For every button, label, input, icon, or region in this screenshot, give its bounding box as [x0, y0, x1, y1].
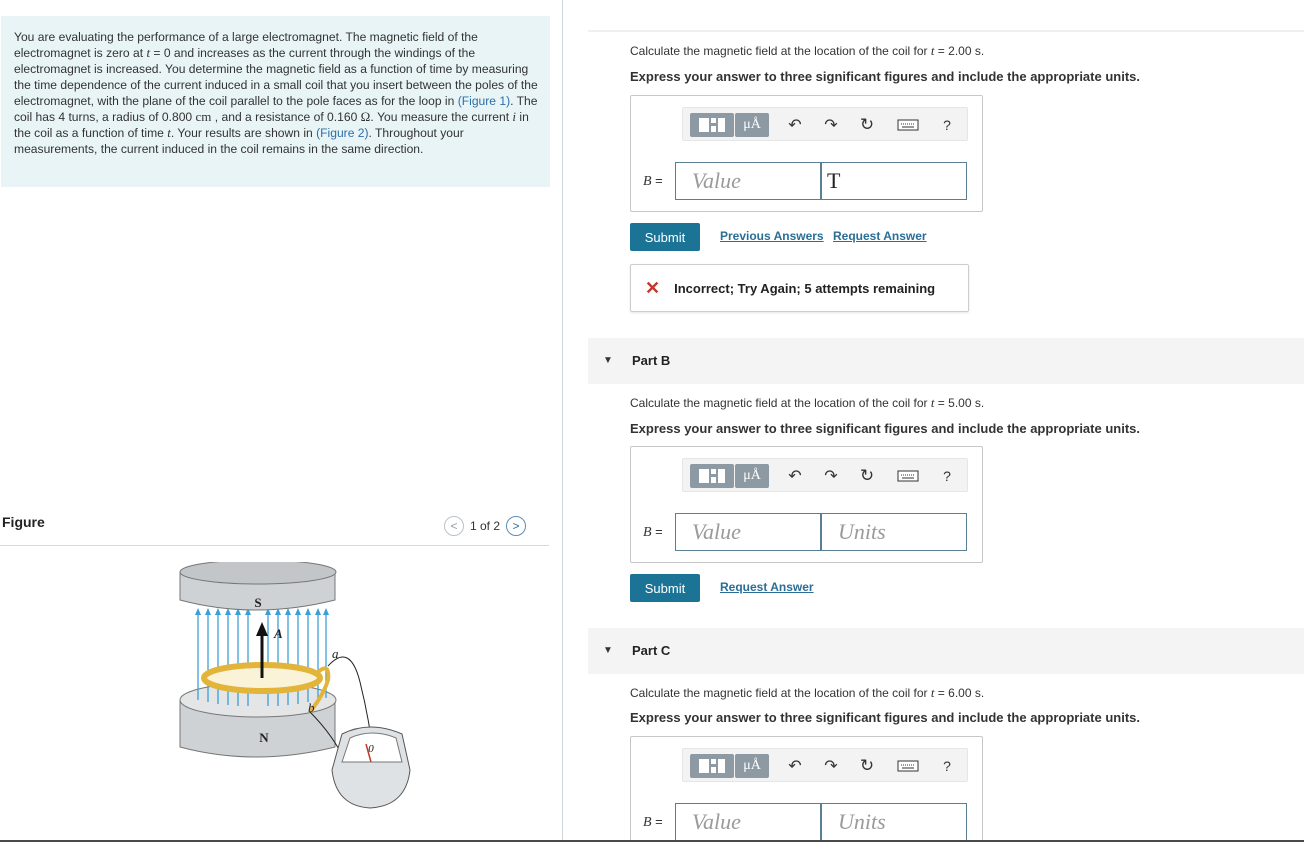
collapse-triangle-icon: ▼ — [603, 645, 613, 656]
value-input[interactable]: Value — [675, 803, 821, 841]
value-input[interactable]: Value — [675, 162, 821, 200]
label-b: b — [308, 700, 315, 715]
units-symbols-button[interactable]: μÅ — [735, 113, 769, 137]
electromagnet-figure: S N A a b 0 — [179, 562, 411, 809]
unit-cm: cm — [195, 109, 212, 124]
units-input[interactable]: Units — [821, 513, 967, 551]
feedback-message: ✕ Incorrect; Try Again; 5 attempts remai… — [630, 264, 969, 312]
b-label: B = — [643, 814, 663, 830]
part-b-question: Calculate the magnetic field at the loca… — [630, 395, 985, 410]
divider — [0, 545, 549, 546]
label-s: S — [254, 595, 261, 610]
part-c-answer-box: μÅ ↶ ↷ ↻ ? B = Value Units — [630, 736, 983, 842]
figure-title: Figure — [2, 514, 45, 530]
part-a-question: Calculate the magnetic field at the loca… — [630, 43, 985, 58]
templates-button[interactable] — [690, 113, 734, 137]
right-panel: Calculate the magnetic field at the loca… — [563, 0, 1304, 842]
figure-page-count: 1 of 2 — [470, 519, 501, 533]
collapse-triangle-icon: ▼ — [603, 355, 613, 366]
part-c-title: Part C — [632, 643, 671, 658]
part-c-header[interactable]: ▼ Part C — [588, 628, 1304, 674]
problem-statement: You are evaluating the performance of a … — [1, 16, 550, 187]
label-area-vector: A — [273, 626, 283, 641]
templates-button[interactable] — [690, 754, 734, 778]
matrix-template-icon — [699, 759, 725, 773]
next-figure-button[interactable]: > — [506, 516, 527, 536]
prev-figure-button[interactable]: < — [444, 516, 464, 536]
label-n: N — [259, 730, 269, 745]
label-zero: 0 — [368, 743, 374, 755]
feedback-text: Incorrect; Try Again; 5 attempts remaini… — [674, 280, 936, 296]
chevron-left-icon: < — [450, 519, 458, 533]
reset-icon[interactable]: ↻ — [857, 464, 877, 488]
value-input[interactable]: Value — [675, 513, 821, 551]
problem-text: , and a resistance of 0.160 — [211, 110, 361, 124]
part-a-answer-box: μÅ ↶ ↷ ↻ ? B = Value T — [630, 95, 983, 212]
top-divider — [588, 30, 1304, 32]
part-c-question: Calculate the magnetic field at the loca… — [630, 685, 985, 700]
redo-icon[interactable]: ↷ — [821, 464, 841, 488]
math-toolbar: μÅ ↶ ↷ ↻ ? — [682, 458, 968, 492]
request-answer-link[interactable]: Request Answer — [720, 580, 814, 594]
previous-answers-link[interactable]: Previous Answers — [720, 229, 824, 243]
keyboard-icon[interactable] — [895, 464, 921, 488]
math-toolbar: μÅ ↶ ↷ ↻ ? — [682, 107, 968, 141]
close-icon: ✕ — [645, 277, 661, 298]
chevron-right-icon: > — [512, 519, 520, 533]
part-b-header[interactable]: ▼ Part B — [588, 338, 1304, 384]
reset-icon[interactable]: ↻ — [857, 754, 877, 778]
b-label: B = — [643, 173, 663, 189]
part-c-instructions: Express your answer to three significant… — [630, 710, 1140, 725]
problem-text: . Your results are shown in — [170, 126, 317, 140]
redo-icon[interactable]: ↷ — [821, 113, 841, 137]
templates-button[interactable] — [690, 464, 734, 488]
part-b-instructions: Express your answer to three significant… — [630, 421, 1140, 436]
label-a: a — [332, 646, 339, 661]
help-icon[interactable]: ? — [937, 754, 957, 778]
units-symbols-button[interactable]: μÅ — [735, 754, 769, 778]
submit-button[interactable]: Submit — [630, 574, 700, 602]
help-icon[interactable]: ? — [937, 113, 957, 137]
units-input[interactable]: T — [821, 162, 967, 200]
figure-pager: < 1 of 2 > — [444, 514, 527, 538]
undo-icon[interactable]: ↶ — [785, 464, 805, 488]
figure-1-link[interactable]: (Figure 1) — [458, 94, 510, 108]
undo-icon[interactable]: ↶ — [785, 754, 805, 778]
help-icon[interactable]: ? — [937, 464, 957, 488]
part-b-title: Part B — [632, 353, 671, 368]
math-toolbar: μÅ ↶ ↷ ↻ ? — [682, 748, 968, 782]
b-label: B = — [643, 524, 663, 540]
redo-icon[interactable]: ↷ — [821, 754, 841, 778]
figure-2-link[interactable]: (Figure 2) — [316, 126, 368, 140]
matrix-template-icon — [699, 469, 725, 483]
left-panel: You are evaluating the performance of a … — [0, 0, 562, 842]
submit-button[interactable]: Submit — [630, 223, 700, 251]
keyboard-icon[interactable] — [895, 754, 921, 778]
problem-text: . You measure the current — [370, 110, 513, 124]
undo-icon[interactable]: ↶ — [785, 113, 805, 137]
units-symbols-button[interactable]: μÅ — [735, 464, 769, 488]
matrix-template-icon — [699, 118, 725, 132]
unit-ohm: Ω — [360, 109, 371, 124]
part-a-instructions: Express your answer to three significant… — [630, 69, 1140, 84]
part-b-answer-box: μÅ ↶ ↷ ↻ ? B = Value Units — [630, 446, 983, 563]
keyboard-icon[interactable] — [895, 113, 921, 137]
reset-icon[interactable]: ↻ — [857, 113, 877, 137]
request-answer-link[interactable]: Request Answer — [833, 229, 927, 243]
units-input[interactable]: Units — [821, 803, 967, 841]
